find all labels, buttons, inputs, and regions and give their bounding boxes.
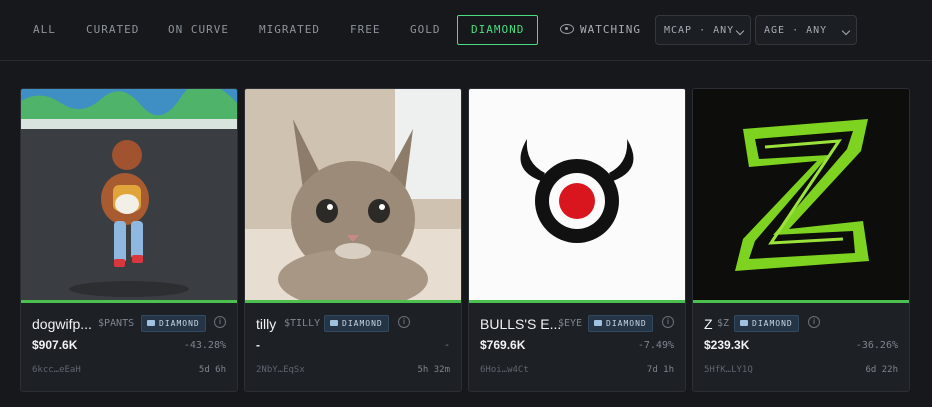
filter-bar: ALL CURATED ON CURVE MIGRATED FREE GOLD … <box>0 0 932 61</box>
tab-curated[interactable]: CURATED <box>86 16 139 44</box>
price-change: -36.26% <box>855 340 898 351</box>
info-icon[interactable]: i <box>398 316 410 328</box>
token-age: 5h 32m <box>417 365 450 375</box>
token-ticker: $TILLY <box>284 318 321 329</box>
market-cap: $769.6K <box>480 338 526 352</box>
token-address: 6Hoi…w4Ct <box>480 365 529 375</box>
tab-free[interactable]: FREE <box>350 16 381 44</box>
status-bar <box>693 300 909 303</box>
token-address: 6kcc…eEaH <box>32 365 81 375</box>
token-card[interactable]: dogwifp... $PANTS DIAMOND i $907.6K -43.… <box>20 88 238 392</box>
token-card[interactable]: BULLS'S E... $EYE DIAMOND i $769.6K -7.4… <box>468 88 686 392</box>
token-address: 5HfK…LY1Q <box>704 365 753 375</box>
diamond-badge: DIAMOND <box>141 315 206 332</box>
tab-all[interactable]: ALL <box>33 16 56 44</box>
price-change: -7.49% <box>637 340 674 351</box>
mcap-dropdown[interactable]: MCAP · ANY <box>655 15 751 45</box>
token-ticker: $PANTS <box>98 318 135 329</box>
tab-diamond[interactable]: DIAMOND <box>457 15 539 45</box>
eye-icon <box>560 24 574 34</box>
token-card[interactable]: Z $Z DIAMOND i $239.3K -36.26% 5HfK…LY1Q… <box>692 88 910 392</box>
chevron-down-icon <box>841 26 851 36</box>
token-name: BULLS'S E... <box>480 316 562 332</box>
price-change: -43.28% <box>183 340 226 351</box>
market-cap: - <box>256 338 260 352</box>
token-age: 5d 6h <box>198 365 226 375</box>
price-change: - <box>443 340 450 351</box>
token-age: 6d 22h <box>865 365 898 375</box>
info-icon[interactable]: i <box>808 316 820 328</box>
status-bar <box>245 300 461 303</box>
info-icon[interactable]: i <box>662 316 674 328</box>
market-cap: $239.3K <box>704 338 750 352</box>
info-icon[interactable]: i <box>214 316 226 328</box>
token-image-z-logo <box>693 89 909 300</box>
diamond-badge: DIAMOND <box>588 315 653 332</box>
age-dropdown-value: AGE · ANY <box>764 25 828 36</box>
diamond-badge: DIAMOND <box>324 315 389 332</box>
tab-on-curve[interactable]: ON CURVE <box>168 16 229 44</box>
status-bar <box>21 300 237 303</box>
token-image-bull-target <box>469 89 685 300</box>
market-cap: $907.6K <box>32 338 78 352</box>
mcap-dropdown-value: MCAP · ANY <box>664 25 735 36</box>
diamond-badge: DIAMOND <box>734 315 799 332</box>
token-name: dogwifp... <box>32 316 92 332</box>
token-address: 2NbY…EqSx <box>256 365 305 375</box>
status-bar <box>469 300 685 303</box>
token-ticker: $Z <box>717 318 730 329</box>
token-age: 7d 1h <box>646 365 674 375</box>
tab-gold[interactable]: GOLD <box>410 16 441 44</box>
token-image-kitten <box>245 89 461 300</box>
age-dropdown[interactable]: AGE · ANY <box>755 15 857 45</box>
chevron-down-icon <box>735 26 745 36</box>
watching-toggle[interactable]: WATCHING <box>560 16 641 44</box>
token-image-dog <box>21 89 237 300</box>
token-ticker: $EYE <box>558 318 583 329</box>
tab-migrated[interactable]: MIGRATED <box>259 16 320 44</box>
token-card[interactable]: tilly $TILLY DIAMOND i - - 2NbY…EqSx 5h … <box>244 88 462 392</box>
token-name: tilly <box>256 316 277 332</box>
token-name: Z <box>704 316 713 332</box>
watching-label: WATCHING <box>580 23 641 36</box>
